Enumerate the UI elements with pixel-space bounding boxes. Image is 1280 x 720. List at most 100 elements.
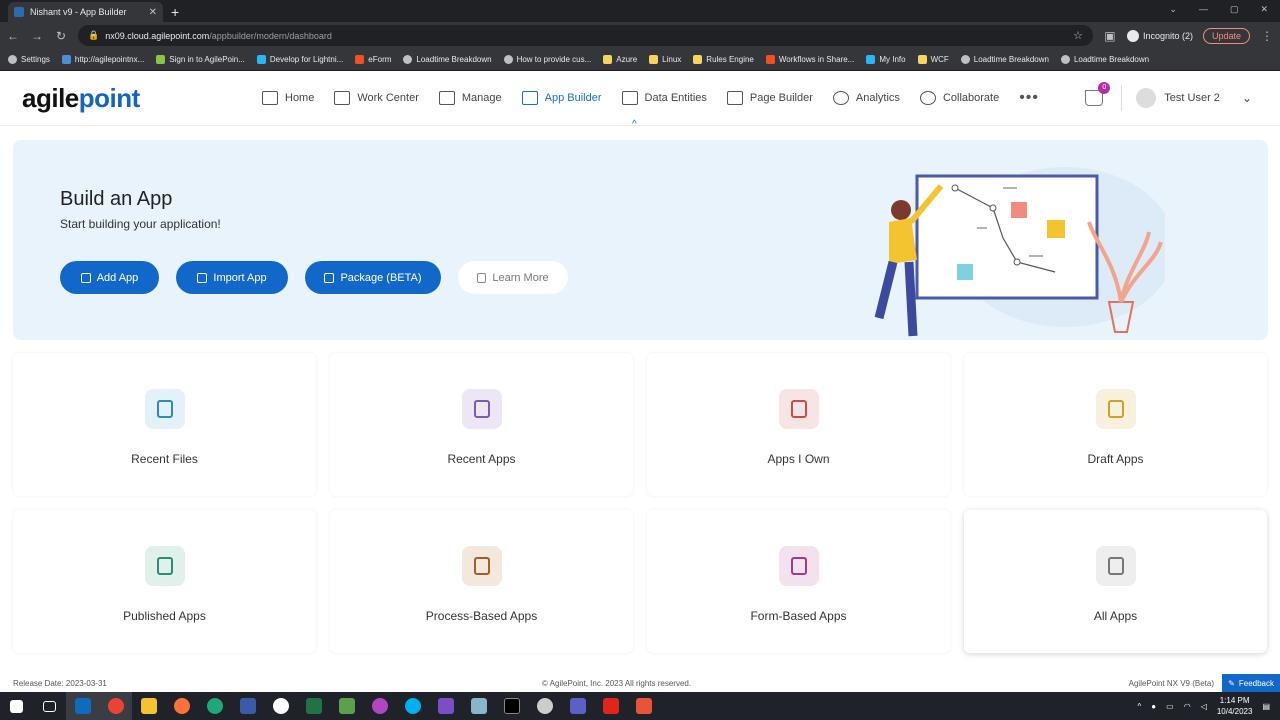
back-icon[interactable]: ←	[6, 29, 20, 43]
globe-icon	[960, 55, 970, 64]
maximize-icon[interactable]: ▢	[1230, 4, 1239, 15]
network-icon[interactable]: ▭	[1166, 702, 1174, 711]
bookmark-item[interactable]: Settings	[8, 55, 50, 64]
volume-icon[interactable]: ◁	[1201, 702, 1207, 711]
bookmark-item[interactable]: eForm	[355, 55, 391, 64]
taskbar-teams[interactable]	[561, 692, 594, 720]
folder-icon	[140, 698, 157, 714]
feedback-button[interactable]: ✎ Feedback	[1222, 674, 1280, 692]
nav-work-center[interactable]: Work Center	[334, 91, 419, 105]
visual-studio-icon	[437, 698, 454, 714]
collapse-header-icon[interactable]: ^	[632, 119, 637, 130]
taskbar-terminal[interactable]	[495, 692, 528, 720]
app-icon	[272, 698, 289, 714]
forward-icon[interactable]: →	[30, 29, 44, 43]
notification-icon[interactable]: ▤	[1262, 702, 1270, 711]
taskbar-app[interactable]	[231, 692, 264, 720]
browser-menu-icon[interactable]: ⋮	[1260, 29, 1274, 43]
draft-apps-card[interactable]: Draft Apps	[964, 353, 1267, 496]
taskbar-acrobat[interactable]	[594, 692, 627, 720]
all-apps-card[interactable]: All Apps	[964, 510, 1267, 653]
bookmark-item[interactable]: http://agilepointnx...	[61, 55, 144, 64]
tab-close-icon[interactable]: ✕	[149, 7, 157, 18]
taskbar-chrome[interactable]	[99, 692, 132, 720]
taskbar-app[interactable]	[330, 692, 363, 720]
task-view-button[interactable]	[33, 692, 66, 720]
nav-data-entities[interactable]: Data Entities	[621, 91, 707, 105]
sidepanel-icon[interactable]: ▣	[1103, 29, 1117, 43]
chevron-up-icon[interactable]: ^	[1138, 702, 1142, 711]
agilepoint-logo[interactable]: agilepoint	[22, 83, 262, 114]
package-icon	[324, 272, 335, 283]
process-flow-icon	[461, 546, 502, 586]
nav-analytics[interactable]: Analytics	[832, 91, 900, 105]
bookmark-item[interactable]: Loadtime Breakdown	[1060, 55, 1149, 64]
taskbar-excel[interactable]	[297, 692, 330, 720]
pages-icon	[726, 91, 743, 105]
taskbar-app[interactable]	[627, 692, 660, 720]
windows-taskbar: ^ ● ▭ ◠ ◁ 1:14 PM 10/4/2023 ▤	[0, 692, 1280, 720]
taskbar-settings[interactable]	[528, 692, 561, 720]
recent-apps-card[interactable]: Recent Apps	[330, 353, 633, 496]
nav-collaborate[interactable]: Collaborate	[919, 91, 999, 105]
import-app-button[interactable]: Import App	[176, 261, 288, 294]
taskbar-app[interactable]	[462, 692, 495, 720]
nav-app-builder[interactable]: App Builder	[521, 91, 602, 105]
taskbar-edge[interactable]	[198, 692, 231, 720]
user-menu[interactable]: Test User 2 ⌄	[1121, 85, 1252, 111]
cloud-icon	[256, 55, 266, 64]
add-app-button[interactable]: Add App	[60, 261, 159, 294]
wifi-icon[interactable]: ◠	[1184, 702, 1191, 711]
start-button[interactable]	[0, 692, 33, 720]
taskbar-skype[interactable]	[396, 692, 429, 720]
bookmark-folder[interactable]: Rules Engine	[693, 55, 754, 64]
tab-search-icon[interactable]: ⌄	[1169, 4, 1177, 15]
browser-tab[interactable]: Nishant v9 - App Builder ✕	[8, 2, 163, 22]
incognito-indicator[interactable]: Incognito (2)	[1126, 29, 1193, 42]
more-menu-icon[interactable]: •••	[1019, 89, 1039, 107]
bookmark-item[interactable]: How to provide cus...	[503, 55, 591, 64]
bookmark-item[interactable]: Sign in to AgilePoin...	[156, 55, 245, 64]
monitor-icon	[334, 91, 351, 105]
bookmark-folder[interactable]: Linux	[649, 55, 681, 64]
bookmark-item[interactable]: Workflows in Share...	[765, 55, 854, 64]
bookmark-item[interactable]: Loadtime Breakdown	[960, 55, 1049, 64]
taskbar-visual-studio[interactable]	[429, 692, 462, 720]
published-apps-card[interactable]: Published Apps	[13, 510, 316, 653]
bookmark-star-icon[interactable]: ☆	[1073, 29, 1083, 42]
learn-more-button[interactable]: Learn More	[458, 261, 568, 294]
pie-chart-icon	[832, 91, 849, 105]
card-label: All Apps	[1093, 609, 1138, 623]
taskbar-outlook[interactable]	[66, 692, 99, 720]
bookmark-item[interactable]: Develop for Lightni...	[256, 55, 343, 64]
minimize-icon[interactable]: —	[1199, 4, 1208, 15]
url-input[interactable]: 🔒 nx09.cloud.agilepoint.com /appbuilder/…	[78, 25, 1093, 46]
nav-home[interactable]: Home	[262, 91, 314, 105]
table-icon	[621, 91, 638, 105]
update-button[interactable]: Update	[1202, 27, 1250, 44]
bookmark-item[interactable]: Loadtime Breakdown	[403, 55, 492, 64]
new-tab-button[interactable]: +	[171, 2, 179, 22]
reload-icon[interactable]: ↻	[54, 29, 68, 43]
form-based-apps-card[interactable]: Form-Based Apps	[647, 510, 950, 653]
bookmark-item[interactable]: My Info	[866, 55, 906, 64]
close-window-icon[interactable]: ✕	[1260, 4, 1268, 15]
package-button[interactable]: Package (BETA)	[305, 261, 441, 294]
microphone-icon[interactable]: ●	[1151, 702, 1156, 711]
nav-page-builder[interactable]: Page Builder	[726, 91, 813, 105]
bookmark-folder[interactable]: WCF	[917, 55, 949, 64]
recent-files-card[interactable]: Recent Files	[13, 353, 316, 496]
apps-i-own-card[interactable]: Apps I Own	[647, 353, 950, 496]
nav-manage[interactable]: Manage	[438, 91, 502, 105]
taskbar-explorer[interactable]	[132, 692, 165, 720]
process-based-apps-card[interactable]: Process-Based Apps	[330, 510, 633, 653]
taskbar-app[interactable]	[363, 692, 396, 720]
apps-i-own-icon	[778, 389, 819, 429]
window-controls: ⌄ — ▢ ✕	[1157, 0, 1280, 19]
taskbar-app[interactable]	[264, 692, 297, 720]
cart-icon[interactable]: 0	[1085, 82, 1111, 106]
taskbar-firefox[interactable]	[165, 692, 198, 720]
settings-gear-icon	[8, 55, 17, 64]
system-clock[interactable]: 1:14 PM 10/4/2023	[1217, 695, 1253, 717]
bookmark-folder[interactable]: Azure	[603, 55, 637, 64]
